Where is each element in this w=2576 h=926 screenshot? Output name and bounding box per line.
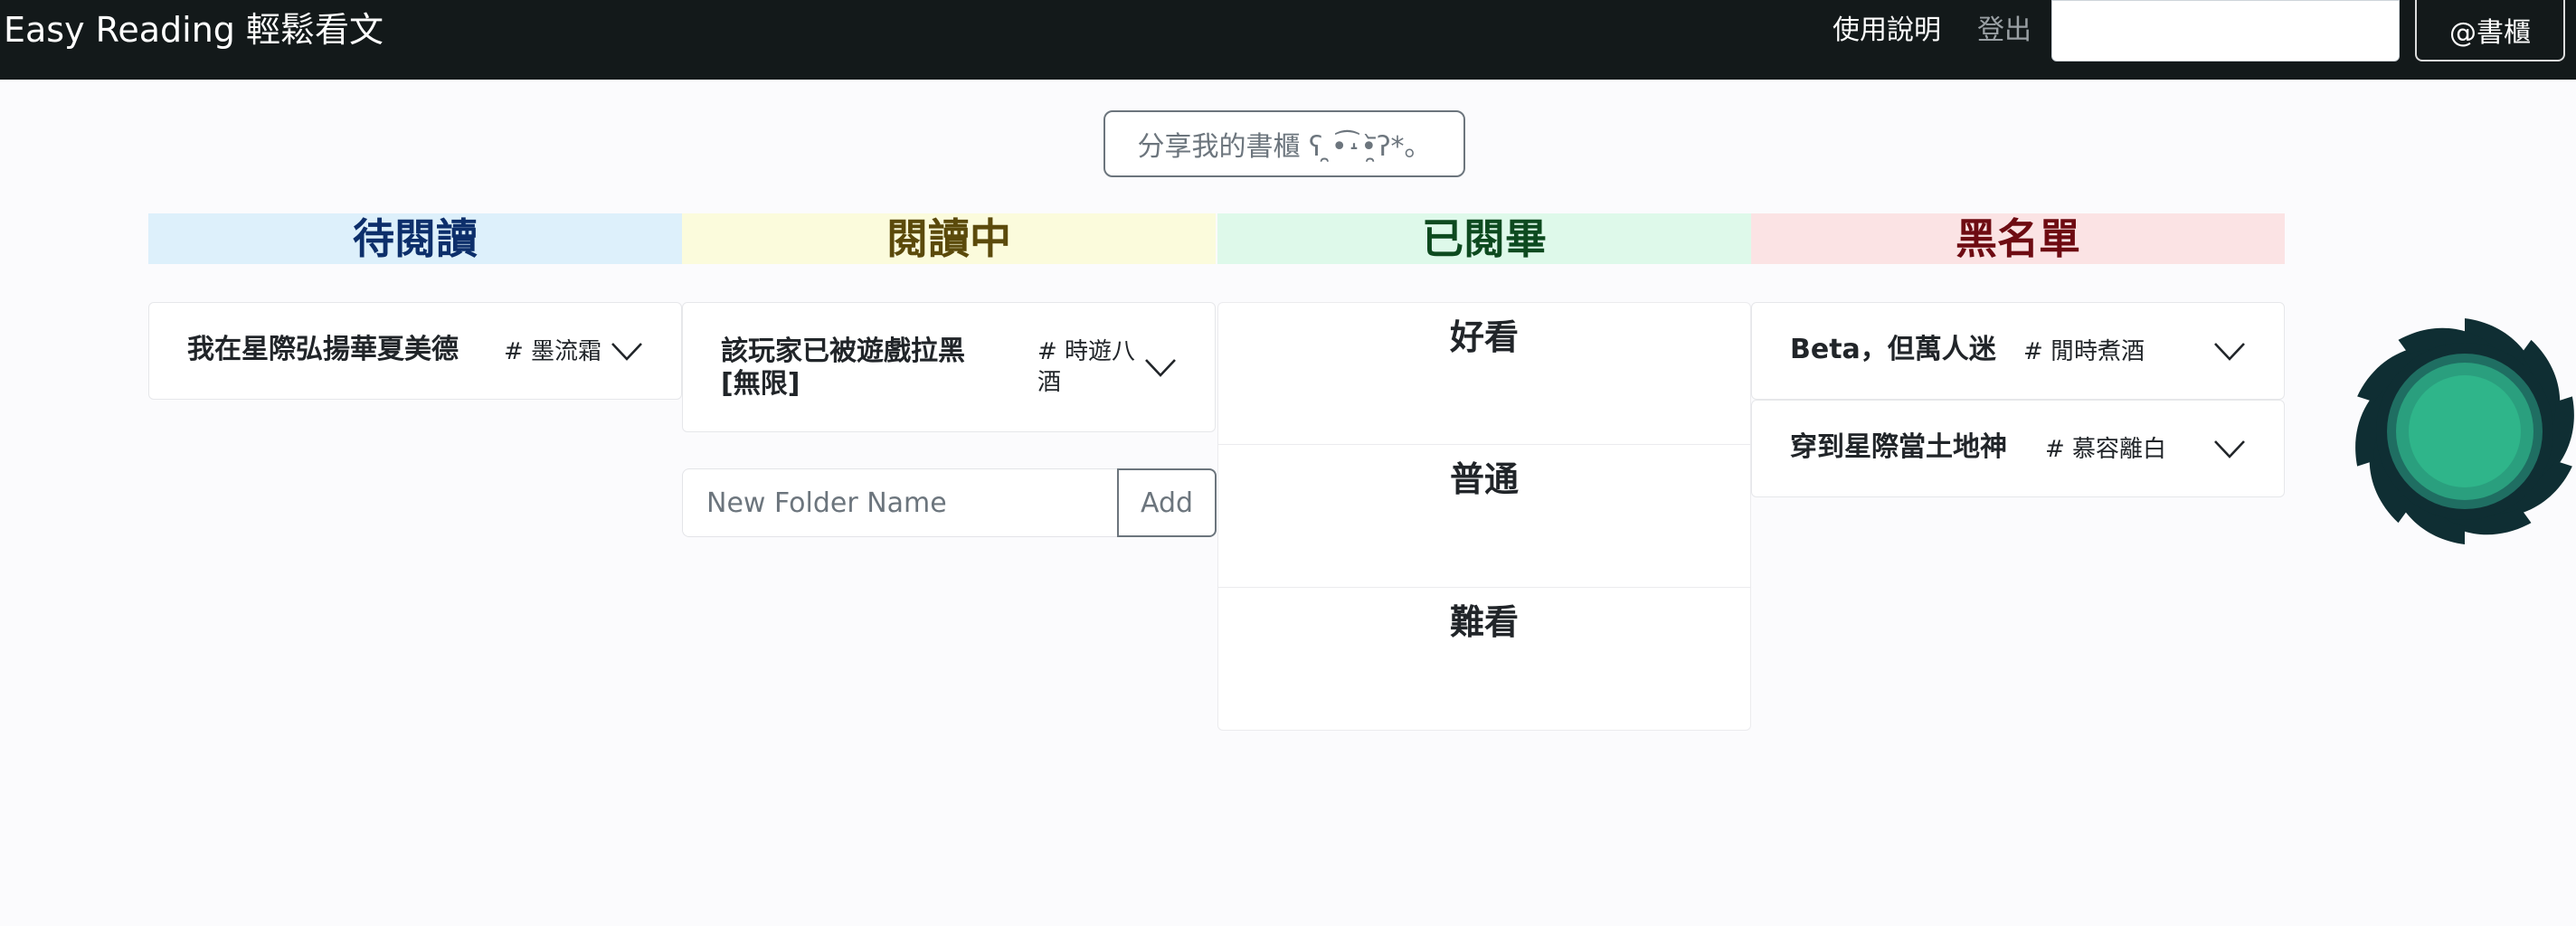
book-title-line2: [無限] bbox=[721, 368, 800, 400]
new-folder-input[interactable] bbox=[682, 468, 1118, 537]
book-card[interactable]: 該玩家已被遊戲拉黑 [無限] # 時遊八 酒 bbox=[682, 302, 1216, 432]
folder-average[interactable]: 普通 bbox=[1217, 445, 1751, 588]
help-link[interactable]: 使用說明 bbox=[1833, 14, 1941, 47]
book-title: 我在星際弘揚華夏美德 bbox=[187, 334, 459, 365]
add-folder-button[interactable]: Add bbox=[1117, 468, 1217, 537]
search-input[interactable] bbox=[2051, 0, 2400, 61]
loading-spinner-icon bbox=[2355, 318, 2574, 544]
author-tag: # 閒時煮酒 bbox=[2023, 338, 2145, 365]
book-card[interactable]: 我在星際弘揚華夏美德 # 墨流霜 bbox=[148, 302, 682, 400]
folder-title: 普通 bbox=[1449, 459, 1519, 499]
folder-bad[interactable]: 難看 bbox=[1217, 588, 1751, 731]
chevron-down-icon[interactable] bbox=[611, 341, 643, 363]
column-header-done: 已閱畢 bbox=[1217, 213, 1751, 264]
book-title: Beta，但萬人迷 bbox=[1790, 334, 1996, 365]
column-header-reading: 閱讀中 bbox=[682, 213, 1216, 264]
chevron-down-icon[interactable] bbox=[2213, 439, 2246, 460]
author-tag-line2: 酒 bbox=[1037, 369, 1062, 396]
author-tag: # 慕容離白 bbox=[2045, 436, 2167, 463]
logout-link[interactable]: 登出 bbox=[1977, 14, 2031, 47]
share-bookshelf-button[interactable]: 分享我的書櫃 ʕ ̯•͡˔•̯᷅ʔ*。 bbox=[1103, 110, 1465, 177]
bookshelf-button[interactable]: @書櫃 bbox=[2415, 0, 2565, 61]
chevron-down-icon[interactable] bbox=[1144, 357, 1177, 379]
book-card[interactable]: Beta，但萬人迷 # 閒時煮酒 bbox=[1751, 302, 2285, 400]
chevron-down-icon[interactable] bbox=[2213, 341, 2246, 363]
column-header-to-read: 待閱讀 bbox=[148, 213, 682, 264]
book-title: 穿到星際當土地神 bbox=[1790, 431, 2007, 463]
author-tag-line1: # 時遊八 bbox=[1037, 338, 1136, 365]
book-card[interactable]: 穿到星際當土地神 # 慕容離白 bbox=[1751, 400, 2285, 497]
book-title-line1: 該玩家已被遊戲拉黑 bbox=[721, 335, 965, 367]
folder-title: 好看 bbox=[1449, 317, 1519, 357]
navbar: Easy Reading 輕鬆看文 使用說明 登出 @書櫃 bbox=[0, 0, 2576, 80]
author-tag: # 墨流霜 bbox=[504, 338, 602, 365]
folder-title: 難看 bbox=[1449, 602, 1519, 642]
brand-logo[interactable]: Easy Reading 輕鬆看文 bbox=[4, 9, 384, 51]
folder-good[interactable]: 好看 bbox=[1217, 302, 1751, 445]
column-header-blacklist: 黑名單 bbox=[1751, 213, 2285, 264]
